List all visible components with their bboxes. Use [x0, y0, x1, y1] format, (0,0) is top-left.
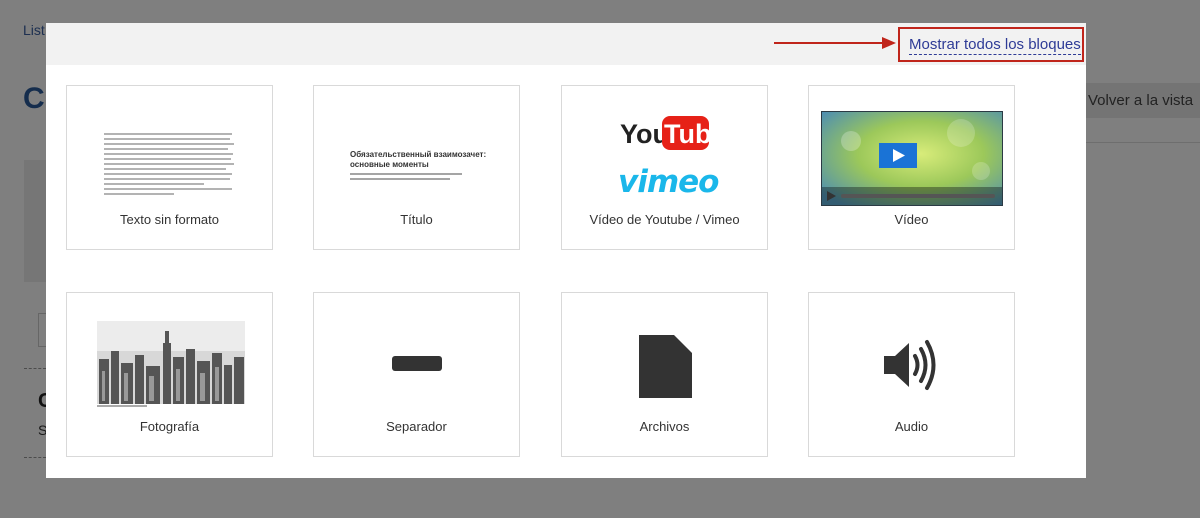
preview-heading: Обязательственный взаимозачет: основные …: [350, 150, 487, 169]
highlight-box: Mostrar todos los bloques: [898, 27, 1084, 62]
show-all-blocks-link[interactable]: Mostrar todos los bloques: [909, 36, 1081, 55]
modal-header: Mostrar todos los bloques: [46, 23, 1086, 65]
block-files[interactable]: Archivos: [561, 292, 768, 457]
block-label: Título: [400, 212, 433, 227]
speaker-icon: [884, 340, 936, 390]
block-plain-text[interactable]: Texto sin formato: [66, 85, 273, 250]
file-icon: [639, 335, 692, 398]
block-label: Texto sin formato: [120, 212, 219, 227]
separator-icon: [392, 356, 442, 371]
youtube-logo-icon: You Tube: [620, 116, 710, 150]
city-photo-icon: [97, 321, 245, 409]
add-block-modal: Mostrar todos los bloques Texto sin form…: [46, 23, 1086, 478]
video-player-icon: [821, 111, 1003, 206]
plain-text-preview: [104, 133, 234, 198]
block-video[interactable]: Vídeo: [808, 85, 1015, 250]
block-label: Separador: [386, 419, 447, 434]
block-photo[interactable]: Fotografía: [66, 292, 273, 457]
vimeo-logo-icon: vimeo: [618, 164, 719, 200]
block-label: Vídeo de Youtube / Vimeo: [589, 212, 740, 227]
block-label: Vídeo: [894, 212, 929, 227]
arrow-annotation: [774, 37, 896, 49]
block-separator[interactable]: Separador: [313, 292, 520, 457]
title-preview: Обязательственный взаимозачет: основные …: [350, 150, 490, 180]
youtube-logo-you: You: [620, 119, 669, 149]
block-youtube-vimeo[interactable]: You Tube vimeo Vídeo de Youtube / Vimeo: [561, 85, 768, 250]
youtube-logo-tube: Tube: [664, 119, 710, 149]
block-label: Audio: [894, 419, 929, 434]
block-label: Fotografía: [139, 419, 200, 434]
block-audio[interactable]: Audio: [808, 292, 1015, 457]
block-title[interactable]: Обязательственный взаимозачет: основные …: [313, 85, 520, 250]
block-label: Archivos: [639, 419, 690, 434]
